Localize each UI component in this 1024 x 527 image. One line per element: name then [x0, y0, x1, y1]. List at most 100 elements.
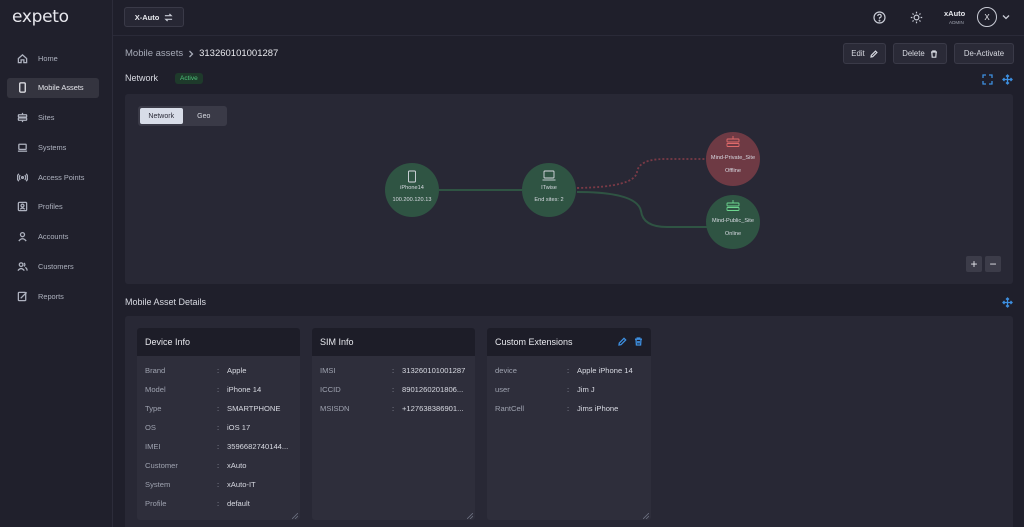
- phone-icon: [16, 82, 28, 94]
- sidebar-item-sites[interactable]: Sites: [7, 108, 99, 128]
- fullscreen-icon[interactable]: [982, 74, 993, 85]
- node-device-name: iPhone14: [400, 185, 424, 191]
- sidebar-item-label: Reports: [38, 291, 64, 301]
- row-value: Jim J: [577, 385, 595, 394]
- toggle-network[interactable]: Network: [140, 108, 183, 124]
- sidebar-item-home[interactable]: Home: [7, 48, 99, 68]
- row-value: +127638386901...: [402, 404, 464, 413]
- move-icon[interactable]: [1002, 297, 1013, 308]
- tenant-label: X-Auto: [134, 12, 160, 22]
- node-hub[interactable]: ITwise End sites: 2: [522, 163, 576, 217]
- sidebar-item-accounts[interactable]: Accounts: [7, 227, 99, 247]
- card-title: SIM Info: [312, 328, 475, 356]
- sidebar-item-label: Systems: [38, 142, 67, 152]
- row-sep: :: [217, 461, 220, 470]
- user-role: ADMIN: [949, 20, 964, 25]
- tenant-switch-button[interactable]: X-Auto: [124, 7, 184, 27]
- breadcrumb-parent-link[interactable]: Mobile assets: [125, 48, 183, 59]
- node-site-private[interactable]: Mind-Private_Site Offline: [706, 132, 760, 186]
- list-item: Customer: xAuto: [145, 461, 246, 470]
- resize-handle-icon[interactable]: [642, 512, 650, 520]
- top-bar: X-Auto xAuto ADMIN X: [113, 0, 1024, 36]
- node-site-private-status: Offline: [725, 168, 741, 174]
- sidebar-item-customers[interactable]: Customers: [7, 257, 99, 277]
- trash-icon: [930, 49, 937, 58]
- avatar[interactable]: X: [977, 7, 997, 27]
- delete-button[interactable]: Delete: [893, 43, 947, 64]
- users-icon: [16, 261, 28, 273]
- row-sep: :: [217, 423, 220, 432]
- deactivate-button[interactable]: De-Activate: [954, 43, 1014, 64]
- user-icon: [16, 231, 28, 243]
- node-site-public[interactable]: Mind-Public_Site Online: [706, 195, 760, 249]
- breadcrumb-current: 313260101001287: [199, 48, 279, 59]
- row-key: Customer: [145, 461, 178, 470]
- pencil-icon: [869, 49, 878, 58]
- list-item: Type: SMARTPHONE: [145, 404, 280, 413]
- row-sep: :: [567, 366, 570, 375]
- row-sep: :: [217, 480, 220, 489]
- link-hub-private: [576, 158, 708, 189]
- zoom-out-button[interactable]: −: [985, 256, 1001, 272]
- zoom-in-button[interactable]: +: [966, 256, 982, 272]
- row-key: OS: [145, 423, 156, 432]
- row-key: Type: [145, 404, 162, 413]
- node-site-private-name: Mind-Private_Site: [711, 155, 755, 161]
- sidebar-item-mobile-assets[interactable]: Mobile Assets: [7, 77, 99, 98]
- details-section-title: Mobile Asset Details: [125, 297, 207, 307]
- sidebar-item-label: Sites: [38, 113, 55, 123]
- row-sep: :: [567, 385, 570, 394]
- delete-button-label: Delete: [902, 49, 925, 58]
- list-item: System: xAuto-IT: [145, 480, 256, 489]
- theme-sun-icon[interactable]: [910, 11, 923, 24]
- profile-icon: [16, 201, 28, 213]
- list-item: MSISDN: +127638386901...: [320, 404, 463, 413]
- details-panel: Device Info Brand: Apple Model: iPhone 14 …: [125, 316, 1013, 527]
- node-site-public-status: Online: [725, 231, 741, 237]
- antenna-icon: [16, 171, 28, 183]
- site-icon: [16, 112, 28, 124]
- edit-button[interactable]: Edit: [843, 43, 886, 64]
- network-panel: iPhone14 100.200.120.13 ITwise End sites…: [125, 94, 1013, 284]
- row-key: Brand: [145, 366, 166, 375]
- list-item: user: Jim J: [495, 385, 595, 394]
- row-value: xAuto: [227, 461, 247, 470]
- list-item: Model: iPhone 14: [145, 385, 261, 394]
- row-sep: :: [567, 404, 570, 413]
- sidebar-item-label: Access Points: [38, 172, 85, 182]
- row-value: Jims iPhone: [577, 404, 619, 413]
- row-value: Apple iPhone 14: [577, 366, 633, 375]
- sidebar-item-systems[interactable]: Systems: [7, 137, 99, 157]
- sidebar-item-label: Home: [38, 53, 58, 63]
- card-header: Custom Extensions: [487, 328, 651, 356]
- row-value: default: [227, 499, 250, 508]
- row-value: 313260101001287: [402, 366, 466, 375]
- list-item: Profile: default: [145, 499, 250, 508]
- toggle-geo[interactable]: Geo: [183, 108, 226, 124]
- chevron-down-icon[interactable]: [1002, 13, 1010, 21]
- trash-icon[interactable]: [634, 337, 643, 346]
- resize-handle-icon[interactable]: [291, 512, 299, 520]
- row-value: 3596682740144...: [227, 442, 289, 451]
- node-hub-name: ITwise: [541, 185, 557, 191]
- sidebar-item-reports[interactable]: Reports: [7, 286, 99, 306]
- list-item: Brand: Apple: [145, 366, 246, 375]
- pencil-icon[interactable]: [618, 337, 627, 346]
- network-graph: iPhone14 100.200.120.13 ITwise End sites…: [385, 132, 760, 249]
- chevron-right-icon: [189, 50, 194, 57]
- move-icon[interactable]: [1002, 74, 1013, 85]
- sidebar-item-access-points[interactable]: Access Points: [7, 167, 99, 187]
- help-icon[interactable]: [873, 11, 886, 24]
- sidebar-item-profiles[interactable]: Profiles: [7, 197, 99, 217]
- node-site-public-name: Mind-Public_Site: [712, 218, 754, 224]
- row-key: device: [495, 366, 517, 375]
- swap-icon: [164, 12, 173, 22]
- network-section-title: Network: [125, 73, 159, 83]
- row-key: user: [495, 385, 510, 394]
- app-logo[interactable]: expeto: [12, 7, 69, 27]
- edit-button-label: Edit: [851, 49, 865, 58]
- row-key: IMEI: [145, 442, 161, 451]
- row-value: Apple: [227, 366, 247, 375]
- node-device[interactable]: iPhone14 100.200.120.13: [385, 163, 439, 217]
- resize-handle-icon[interactable]: [466, 512, 474, 520]
